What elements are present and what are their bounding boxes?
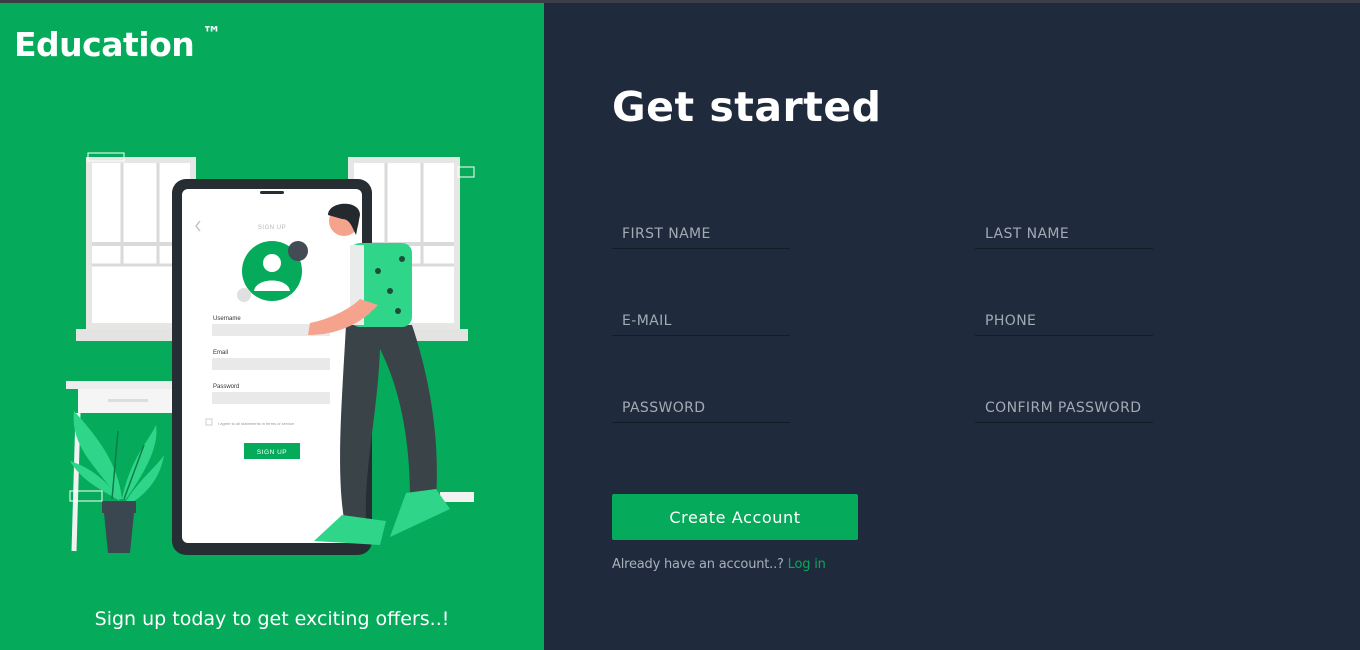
brand-name: Education bbox=[14, 25, 195, 64]
phone-input[interactable] bbox=[975, 306, 1153, 335]
phone-email-label: Email bbox=[213, 350, 228, 356]
last-name-field bbox=[975, 219, 1153, 249]
potted-plant bbox=[69, 411, 164, 553]
phone-signup-button-label: SIGN UP bbox=[257, 449, 287, 456]
phone-password-label: Password bbox=[213, 384, 239, 390]
create-account-button[interactable]: Create Account bbox=[612, 494, 858, 540]
password-field bbox=[612, 393, 790, 423]
form-title: Get started bbox=[612, 83, 882, 131]
promo-panel: Education ™ SIGN UP Username Email Passw… bbox=[0, 3, 544, 650]
confirm-password-field bbox=[975, 393, 1153, 423]
password-input[interactable] bbox=[612, 393, 790, 422]
brand-logo[interactable]: Education ™ bbox=[14, 23, 221, 64]
email-input[interactable] bbox=[612, 306, 790, 335]
email-field bbox=[612, 306, 790, 336]
first-name-input[interactable] bbox=[612, 219, 790, 248]
login-prompt-text: Already have an account..? bbox=[612, 557, 784, 572]
phone-username-label: Username bbox=[213, 316, 241, 322]
promo-tagline: Sign up today to get exciting offers..! bbox=[94, 608, 450, 630]
confirm-password-input[interactable] bbox=[975, 393, 1153, 422]
phone-field bbox=[975, 306, 1153, 336]
login-link[interactable]: Log in bbox=[788, 557, 826, 572]
phone-terms-text: I agree to all statements in terms of se… bbox=[218, 421, 295, 426]
first-name-field bbox=[612, 219, 790, 249]
trademark-symbol: ™ bbox=[202, 23, 221, 45]
last-name-input[interactable] bbox=[975, 219, 1153, 248]
phone-screen-title: SIGN UP bbox=[258, 225, 286, 231]
signup-form-panel: Get started Create Account Already have … bbox=[544, 3, 1360, 650]
signup-illustration: SIGN UP Username Email Password I agree … bbox=[66, 152, 475, 555]
login-prompt: Already have an account..? Log in bbox=[612, 557, 826, 572]
